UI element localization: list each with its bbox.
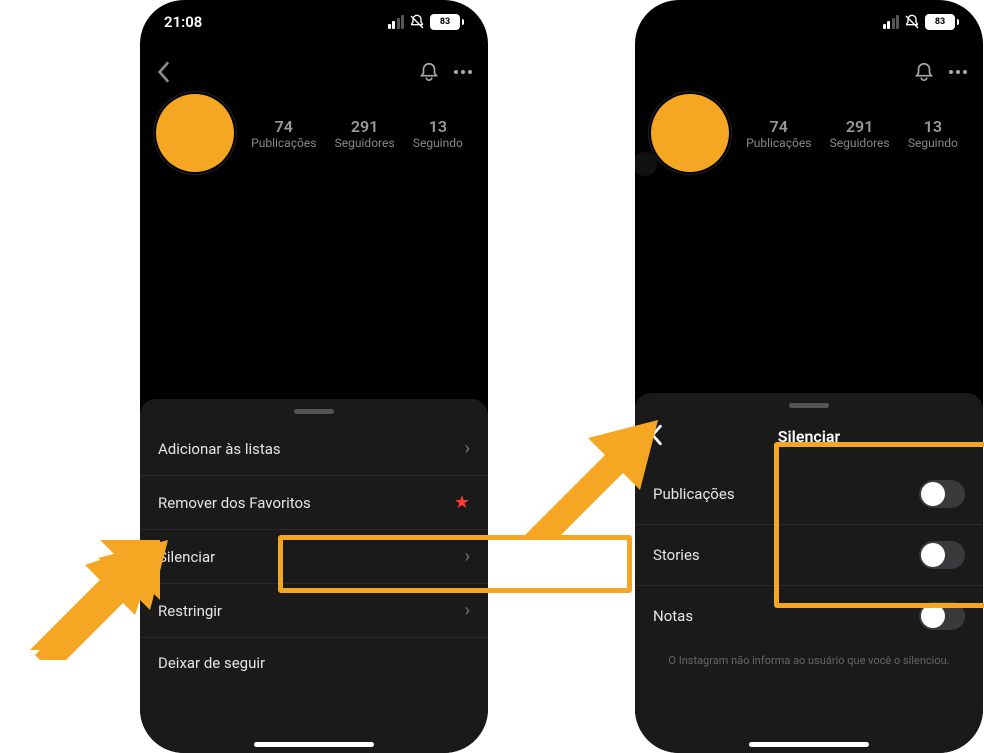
silent-bell-icon	[409, 14, 425, 30]
status-bar: 21:08 83	[140, 0, 488, 44]
chevron-right-icon: ›	[465, 438, 470, 459]
menu-restrict[interactable]: Restringir ›	[140, 584, 488, 638]
phone-screenshot-right: 83 74 Publicações 291 Seguidore	[635, 0, 983, 753]
toggle-label: Notas	[653, 607, 693, 625]
profile-header: 74 Publicações 291 Seguidores 13 Seguind…	[140, 94, 488, 172]
sheet-back-chevron-icon[interactable]	[649, 424, 663, 446]
stat-posts-label: Publicações	[251, 136, 316, 150]
menu-silence[interactable]: Silenciar ›	[140, 530, 488, 584]
status-time: 21:08	[164, 13, 202, 31]
stat-posts[interactable]: 74 Publicações	[251, 117, 316, 150]
home-indicator[interactable]	[254, 742, 374, 747]
menu-remove-favorites[interactable]: Remover dos Favoritos ★	[140, 476, 488, 530]
more-options-icon[interactable]	[949, 70, 967, 74]
notification-bell-icon[interactable]	[418, 61, 440, 83]
menu-item-label: Adicionar às listas	[158, 440, 281, 458]
toggle-notes[interactable]	[919, 602, 965, 630]
back-chevron-icon[interactable]	[156, 61, 170, 83]
star-icon: ★	[454, 492, 470, 513]
toggle-label: Publicações	[653, 485, 735, 503]
more-options-icon[interactable]	[454, 70, 472, 74]
toggle-label: Stories	[653, 546, 700, 564]
chevron-right-icon: ›	[465, 600, 470, 621]
chevron-right-icon: ›	[465, 546, 470, 567]
menu-item-label: Deixar de seguir	[158, 654, 265, 672]
stat-followers-label: Seguidores	[335, 136, 395, 150]
menu-add-to-lists[interactable]: Adicionar às listas ›	[140, 422, 488, 476]
profile-header: 74 Publicações 291 Seguidores 13 Seguind…	[635, 94, 983, 172]
nav-bar	[635, 52, 983, 92]
menu-unfollow[interactable]: Deixar de seguir	[140, 638, 488, 688]
menu-item-label: Silenciar	[158, 548, 215, 566]
stat-following[interactable]: 13 Seguindo	[413, 117, 463, 150]
stat-posts-label: Publicações	[746, 136, 811, 150]
sheet-grabber[interactable]	[294, 409, 334, 414]
home-indicator[interactable]	[749, 742, 869, 747]
silence-sheet: Silenciar Publicações Stories Notas O In…	[635, 393, 983, 753]
nav-bar	[140, 52, 488, 92]
notification-bell-icon[interactable]	[913, 61, 935, 83]
stat-following-label: Seguindo	[908, 136, 958, 150]
sheet-grabber[interactable]	[789, 403, 829, 408]
status-bar: 83	[635, 0, 983, 44]
toggle-row-stories: Stories	[635, 525, 983, 586]
stat-following[interactable]: 13 Seguindo	[908, 117, 958, 150]
signal-icon	[388, 15, 405, 29]
signal-icon	[883, 15, 900, 29]
phone-screenshot-left: 21:08 83 74	[140, 0, 488, 753]
avatar[interactable]	[156, 94, 234, 172]
battery-icon: 83	[430, 14, 464, 30]
stat-followers[interactable]: 291 Seguidores	[335, 117, 395, 150]
toggle-stories[interactable]	[919, 541, 965, 569]
sheet-title: Silenciar	[778, 427, 840, 446]
silent-bell-icon	[904, 14, 920, 30]
menu-item-label: Restringir	[158, 602, 222, 620]
menu-item-label: Remover dos Favoritos	[158, 494, 311, 512]
stat-following-label: Seguindo	[413, 136, 463, 150]
sheet-footnote: O Instagram não informa ao usuário que v…	[635, 646, 983, 667]
battery-icon: 83	[925, 14, 959, 30]
stat-followers-label: Seguidores	[830, 136, 890, 150]
stat-posts[interactable]: 74 Publicações	[746, 117, 811, 150]
stat-followers[interactable]: 291 Seguidores	[830, 117, 890, 150]
toggle-row-posts: Publicações	[635, 464, 983, 525]
toggle-posts[interactable]	[919, 480, 965, 508]
action-sheet: Adicionar às listas › Remover dos Favori…	[140, 399, 488, 753]
avatar[interactable]	[651, 94, 729, 172]
toggle-row-notes: Notas	[635, 586, 983, 646]
